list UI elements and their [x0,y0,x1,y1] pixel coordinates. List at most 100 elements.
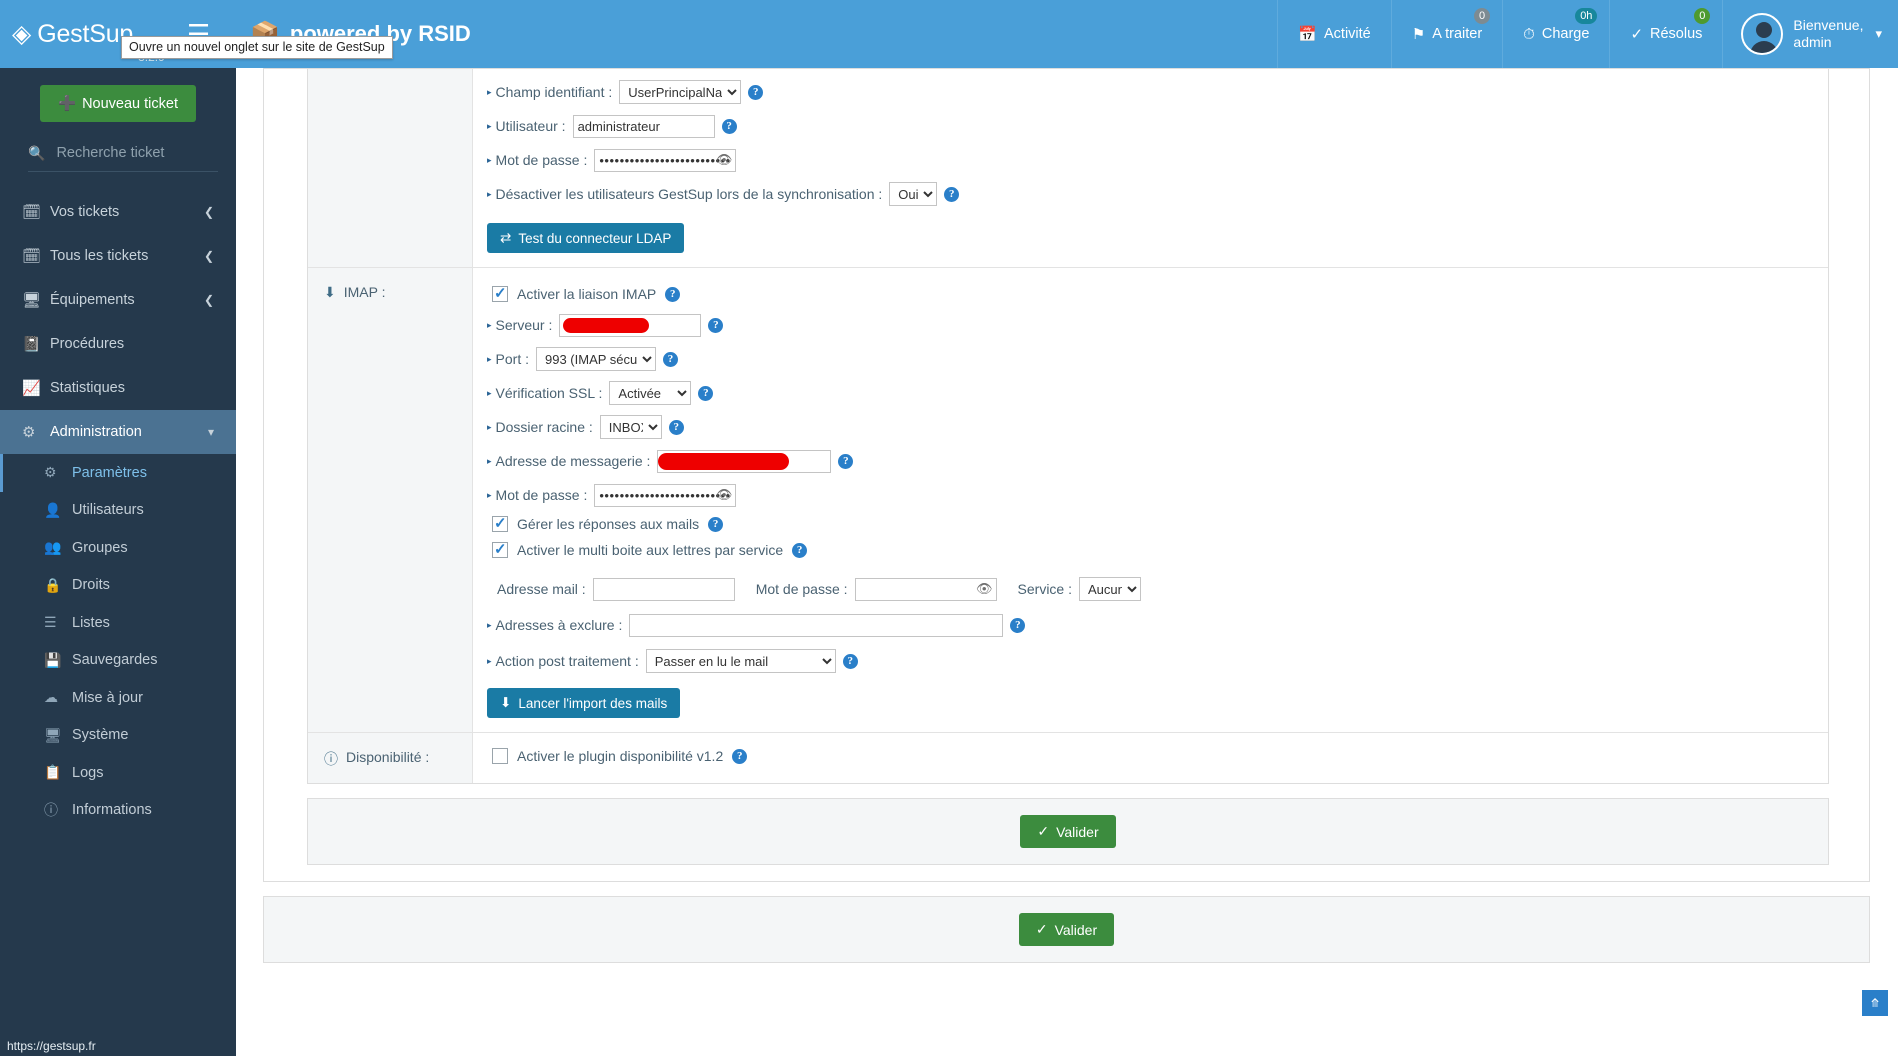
topnav-label: A traiter [1432,26,1483,42]
adresses-exclure-input[interactable] [629,613,1004,637]
utilisateur-input[interactable] [572,114,715,138]
topnav-item-charge[interactable]: ⏱ Charge 0h [1502,0,1609,68]
import-mails-button[interactable]: ⬇ Lancer l'import des mails [487,688,681,718]
sidebar-item-equipements[interactable]: 🖥 Équipements ❮ [0,278,236,322]
chevron-down-icon[interactable]: ▾ [1875,26,1882,42]
sidebar: ➕ Nouveau ticket 🔍 🗓 Vos tickets ❮ 🗓 Tou… [0,68,236,1056]
check-icon: ✓ [1630,26,1644,43]
sidebar-item-label: Statistiques [50,380,125,396]
port-select[interactable]: 993 (IMAP sécurisé) [536,347,656,371]
service-select[interactable]: Aucun [1079,577,1141,601]
ssl-select[interactable]: Activée [609,381,692,405]
gestsup-logo-icon: ◈ [12,19,32,48]
bullet-arrow-icon: ▸ [487,188,492,199]
help-icon[interactable]: ? [665,286,681,302]
help-icon[interactable]: ? [721,118,737,134]
plugin-disponibilite-checkbox[interactable] [492,748,508,764]
help-icon[interactable]: ? [944,186,960,202]
sidebar-item-mise-a-jour[interactable]: ☁ Mise à jour [0,679,236,717]
field-utilisateur: ▸ Utilisateur : ? [487,113,1814,139]
test-ldap-button[interactable]: ⇄ Test du connecteur LDAP [487,223,685,253]
topnav-item-resolus[interactable]: ✓ Résolus 0 [1609,0,1722,68]
dossier-racine-select[interactable]: INBOX [599,415,662,439]
valider-button-1[interactable]: ✓ Valider [1020,815,1116,848]
field-label: Action post traitement : [495,653,639,669]
field-label: Port : [495,351,529,367]
search-input[interactable] [54,144,218,162]
brand-name[interactable]: GestSup [37,20,133,49]
champ-identifiant-select[interactable]: UserPrincipalName [619,80,742,104]
field-label: Mot de passe : [495,152,588,168]
clock-icon: ⓘ [324,751,338,767]
toggle-password-icon[interactable]: 👁 [716,152,733,168]
action-post-traitement-select[interactable]: Passer en lu le mail [645,649,836,673]
valider-bar-inner: ✓ Valider [307,798,1829,865]
help-icon[interactable]: ? [1010,617,1026,633]
sidebar-item-droits[interactable]: 🔒 Droits [0,567,236,605]
help-icon[interactable]: ? [748,84,764,100]
sidebar-item-sauvegardes[interactable]: 💾 Sauvegardes [0,642,236,680]
field-gerer-reponses: Gérer les réponses aux mails ? [492,514,1814,532]
serveur-input[interactable] [559,313,702,337]
sidebar-item-administration[interactable]: ⚙ Administration ▾ [0,410,236,454]
sidebar-item-logs[interactable]: 📋 Logs [0,754,236,792]
sidebar-item-systeme[interactable]: 🖥 Système [0,717,236,755]
sidebar-item-label: Vos tickets [50,204,120,220]
sidebar-item-utilisateurs[interactable]: 👤 Utilisateurs [0,492,236,530]
help-icon[interactable]: ? [838,453,854,469]
help-icon[interactable]: ? [732,748,748,764]
new-ticket-wrap: ➕ Nouveau ticket [0,68,236,122]
chevron-left-icon: ❮ [203,249,214,263]
toggle-password-icon[interactable]: 👁 [716,487,733,503]
field-champ-identifiant: ▸ Champ identifiant : UserPrincipalName … [487,79,1814,105]
sidebar-item-groupes[interactable]: 👥 Groupes [0,529,236,567]
help-icon[interactable]: ? [792,542,808,558]
field-label: Dossier racine : [495,419,593,435]
sidebar-item-listes[interactable]: ☰ Listes [0,604,236,642]
adresse-mail-input[interactable] [592,577,735,601]
desactiver-select[interactable]: Oui [889,182,938,206]
checkbox-label: Gérer les réponses aux mails [517,516,700,532]
sidebar-item-parametres[interactable]: ⚙ Paramètres [0,454,236,492]
checkbox-label: Activer le multi boite aux lettres par s… [517,542,784,558]
sidebar-subitem-label: Mise à jour [72,689,143,706]
monitor-icon: 🖥 [44,726,62,743]
field-serveur: ▸ Serveur : ? [487,312,1814,338]
ldap-section-label [308,69,473,267]
top-nav: 📅 Activité ⚑ A traiter 0 ⏱ Charge 0h ✓ R… [1277,0,1898,68]
field-label: Adresse de messagerie : [495,453,651,469]
user-menu[interactable]: Bienvenue, admin ▾ [1722,0,1898,68]
sidebar-item-procedures[interactable]: 📓 Procédures [0,322,236,366]
chevron-double-up-icon: ⤊ [1869,996,1881,1010]
field-imap-mot-de-passe: ▸ Mot de passe : 👁 [487,482,1814,508]
sidebar-subitem-label: Logs [72,764,104,781]
adresse-messagerie-input[interactable] [657,449,832,473]
status-badge: 0 [1692,6,1713,26]
sidebar-item-statistiques[interactable]: 📈 Statistiques [0,366,236,410]
sidebar-item-informations[interactable]: ⓘ Informations [0,792,236,830]
bullet-arrow-icon: ▸ [487,319,492,330]
help-icon[interactable]: ? [842,653,858,669]
topnav-item-a-traiter[interactable]: ⚑ A traiter 0 [1390,0,1502,68]
new-ticket-button[interactable]: ➕ Nouveau ticket [40,85,196,122]
sidebar-item-tous-les-tickets[interactable]: 🗓 Tous les tickets ❮ [0,234,236,278]
activer-imap-checkbox[interactable] [492,284,508,302]
help-icon[interactable]: ? [698,385,714,401]
valider-button-2[interactable]: ✓ Valider [1018,913,1115,946]
search-wrap: 🔍 [28,144,218,172]
gerer-reponses-checkbox[interactable] [492,514,508,532]
help-icon[interactable]: ? [708,317,724,333]
help-icon[interactable]: ? [708,516,724,532]
toggle-password-icon[interactable]: 👁 [976,581,993,597]
help-icon[interactable]: ? [663,351,678,367]
topnav-item-activite[interactable]: 📅 Activité [1277,0,1390,68]
scroll-to-top-button[interactable]: ⤊ [1862,990,1888,1016]
disponibilite-fields: Activer le plugin disponibilité v1.2 ? [473,733,1828,783]
button-label: Test du connecteur LDAP [518,230,672,246]
multi-boite-checkbox[interactable] [492,540,508,558]
sidebar-subitem-label: Groupes [72,539,128,556]
sidebar-item-vos-tickets[interactable]: 🗓 Vos tickets ❮ [0,190,236,234]
bullet-arrow-icon: ▸ [487,353,492,364]
help-icon[interactable]: ? [668,419,684,435]
